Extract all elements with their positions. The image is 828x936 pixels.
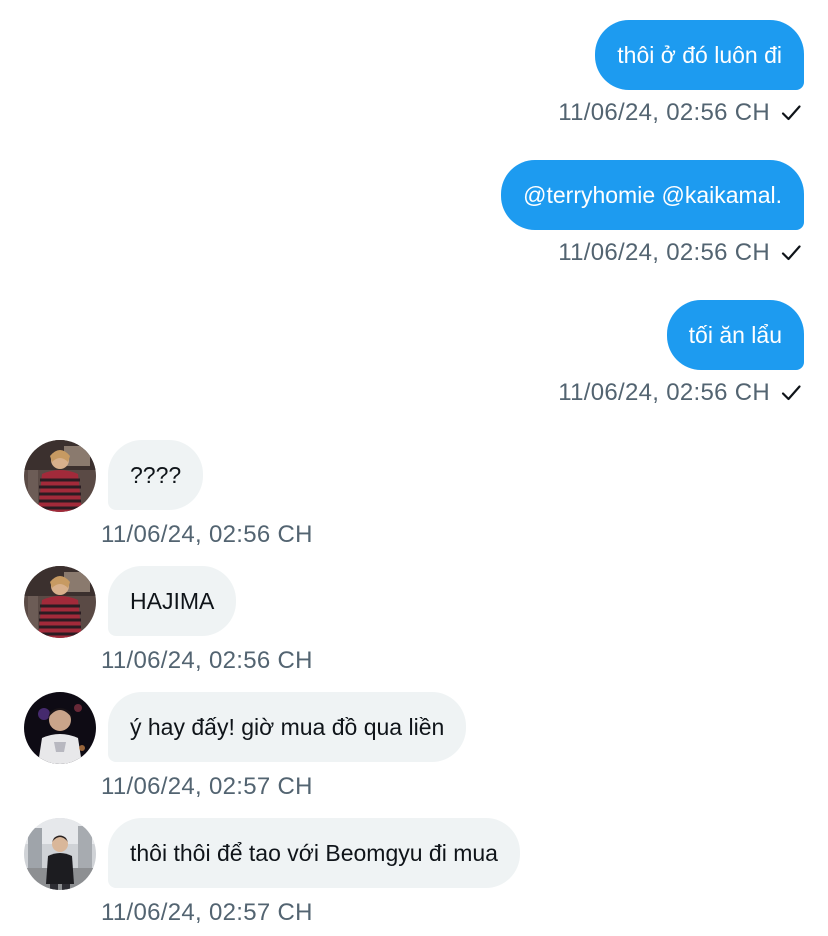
- avatar-photo-icon: [24, 692, 96, 764]
- incoming-message-bubble[interactable]: thôi thôi để tao với Beomgyu đi mua: [108, 818, 520, 888]
- message-meta: 11/06/24, 02:56 CH: [558, 238, 802, 268]
- avatar-photo-icon: [24, 566, 96, 638]
- outgoing-message-bubble[interactable]: thôi ở đó luôn đi: [595, 20, 804, 90]
- incoming-message-bubble[interactable]: HAJIMA: [108, 566, 237, 636]
- avatar-photo-icon: [24, 818, 96, 890]
- incoming-message-bubble[interactable]: ý hay đấy! giờ mua đồ qua liền: [108, 692, 467, 762]
- message-timestamp: 11/06/24, 02:56 CH: [101, 521, 313, 548]
- check-icon: [780, 382, 802, 404]
- incoming-message-bubble[interactable]: ????: [108, 440, 204, 510]
- chat-view: { "conversation": { "clipped_top_timesta…: [0, 0, 828, 936]
- message-timestamp: 11/06/24, 02:56 CH: [558, 99, 770, 126]
- user-avatar[interactable]: [24, 566, 96, 638]
- top-edge: [0, 0, 828, 8]
- message-timestamp: 11/06/24, 02:56 CH: [101, 647, 313, 674]
- user-avatar[interactable]: [24, 440, 96, 512]
- check-icon: [780, 242, 802, 264]
- message-meta: 11/06/24, 02:56 CH: [558, 98, 802, 128]
- message-timestamp: 11/06/24, 02:56 CH: [558, 239, 770, 266]
- user-avatar[interactable]: [24, 818, 96, 890]
- message-meta: 11/06/24, 02:56 CH: [558, 378, 802, 408]
- message-timestamp: 11/06/24, 02:57 CH: [101, 773, 313, 800]
- user-avatar[interactable]: [24, 692, 96, 764]
- outgoing-message-bubble[interactable]: @terryhomie @kaikamal.: [501, 160, 804, 230]
- message-timestamp: 11/06/24, 02:56 CH: [558, 379, 770, 406]
- avatar-photo-icon: [24, 440, 96, 512]
- message-timestamp: 11/06/24, 02:57 CH: [101, 899, 313, 926]
- outgoing-message-bubble[interactable]: tối ăn lẩu: [666, 300, 804, 370]
- check-icon: [780, 102, 802, 124]
